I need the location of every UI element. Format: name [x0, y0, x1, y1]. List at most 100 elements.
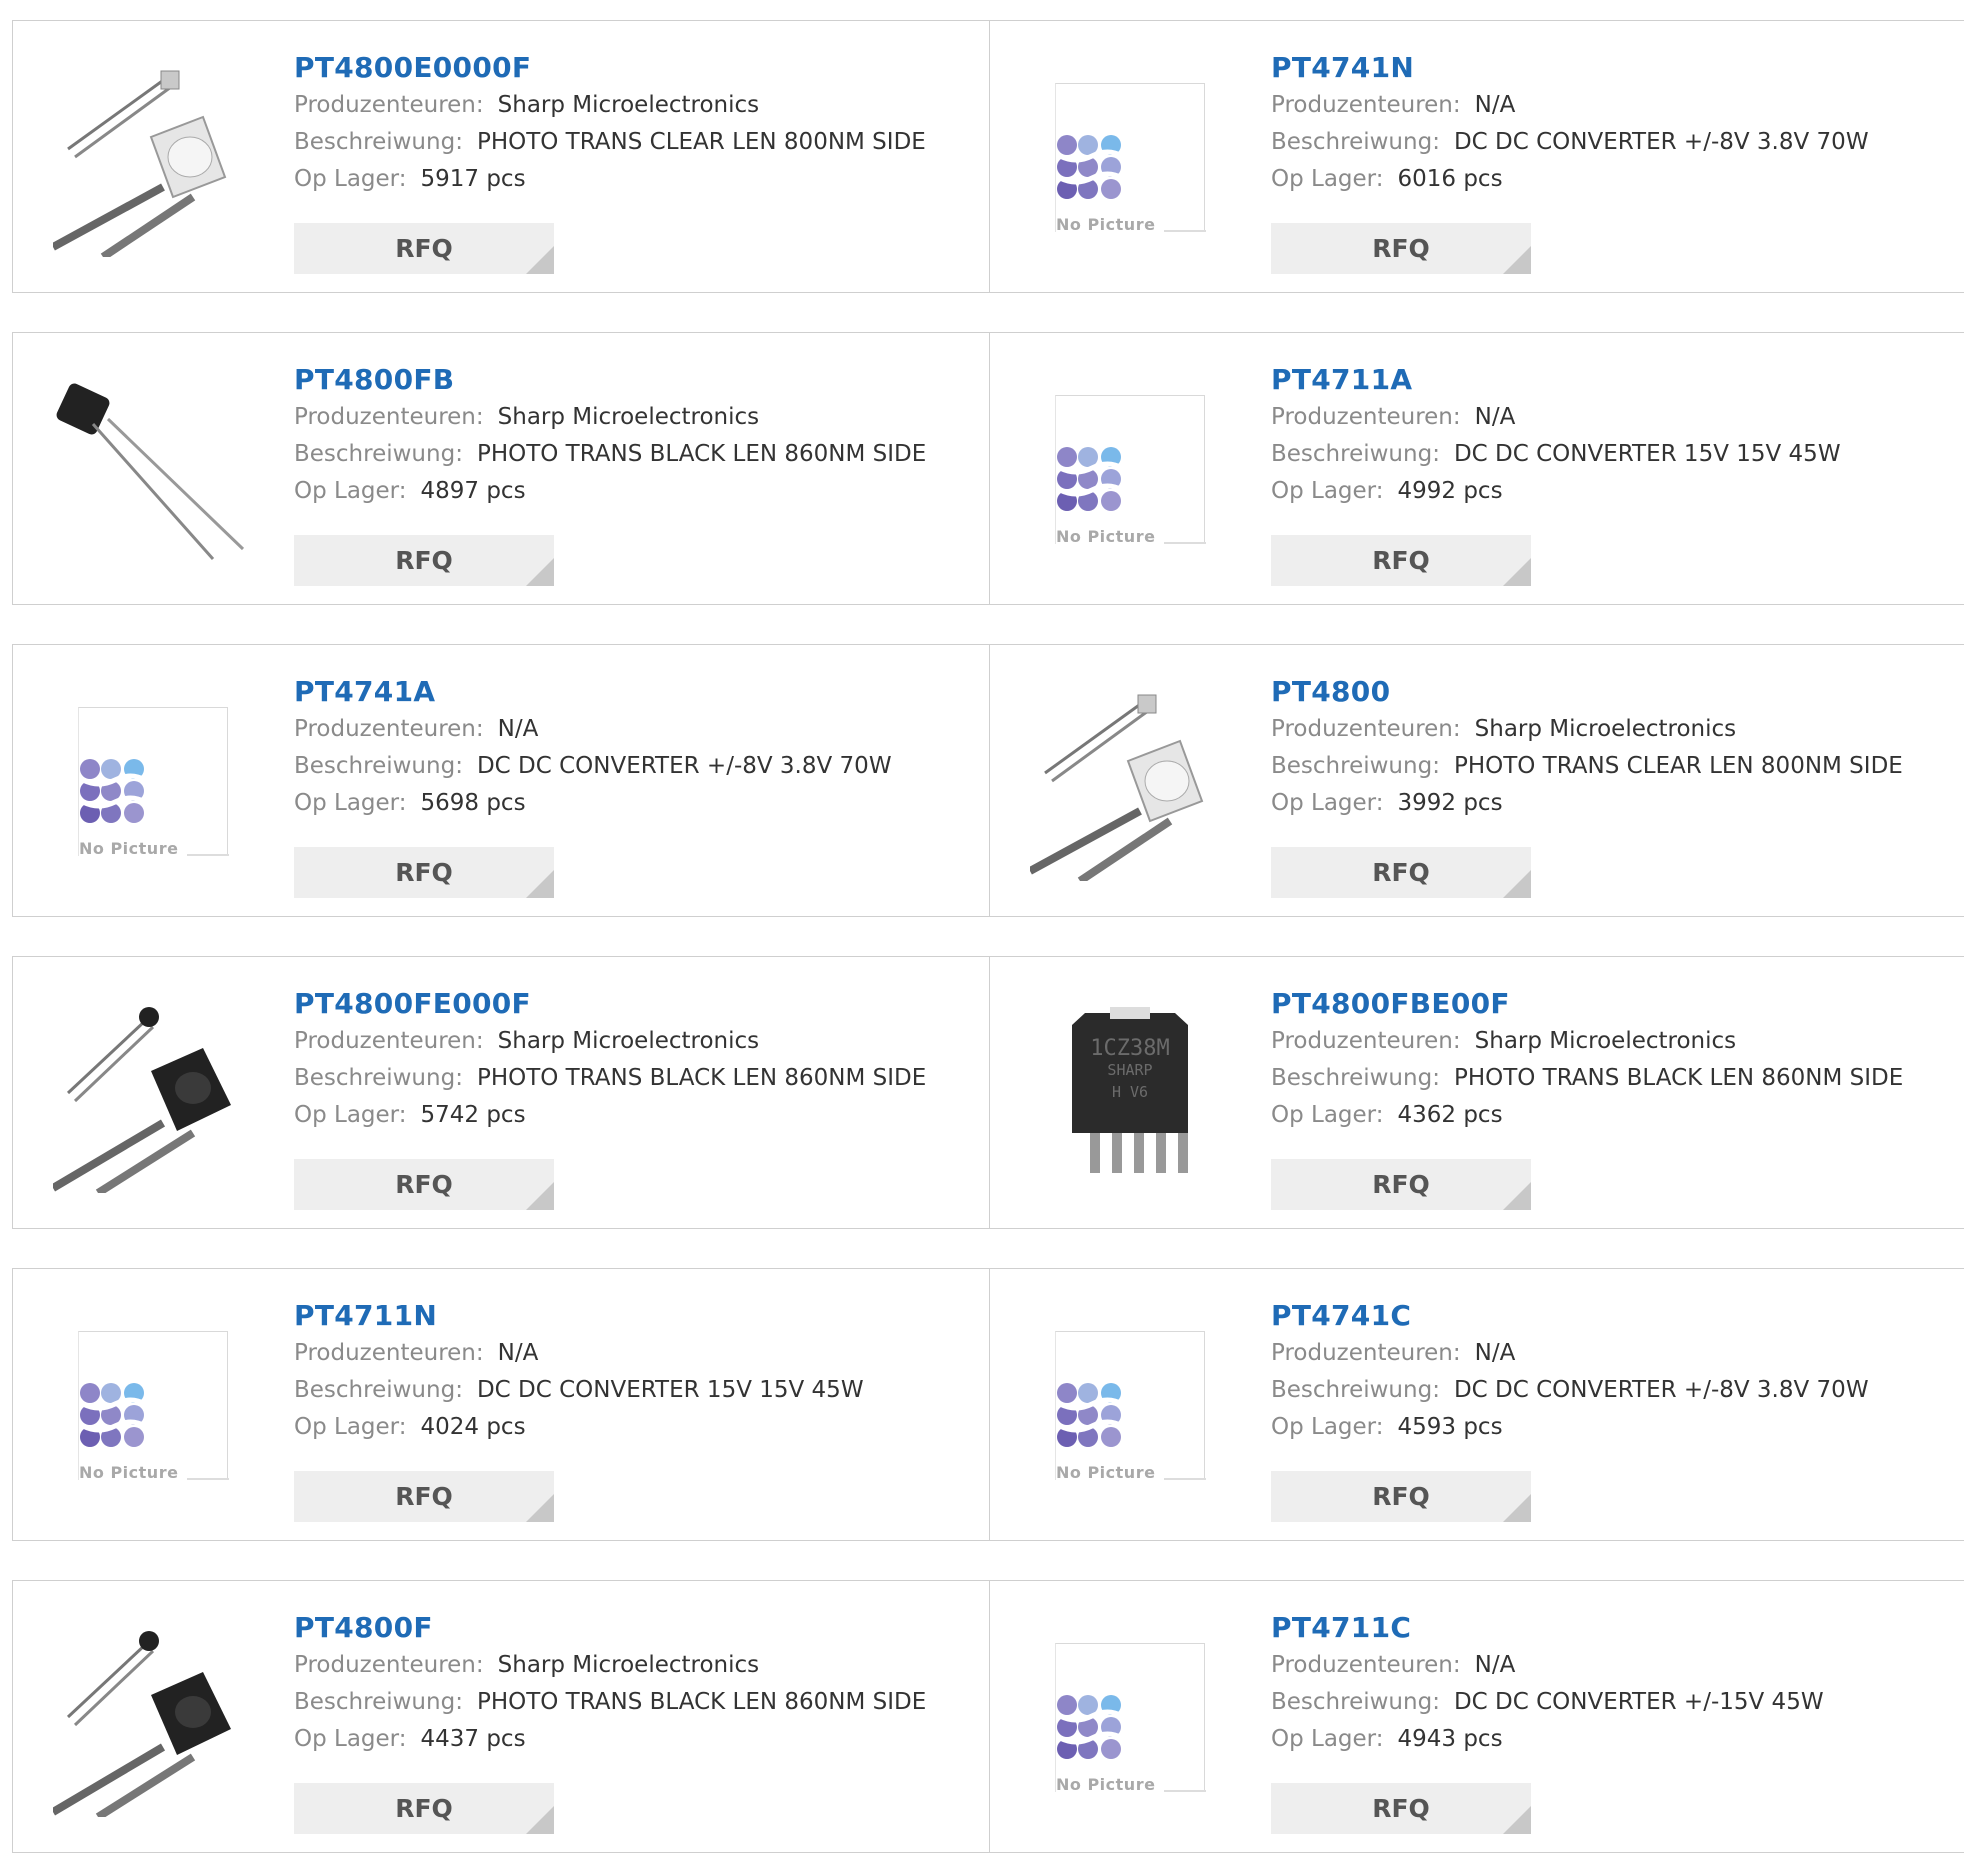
- rfq-button-label: RFQ: [1372, 858, 1430, 887]
- product-info: PT4741N Produzenteuren: N/A Beschreiwung: DC…: [1271, 51, 1964, 198]
- product-image[interactable]: [53, 1617, 253, 1817]
- rfq-button-label: RFQ: [1372, 1482, 1430, 1511]
- description-line: Beschreiwung: PHOTO TRANS CLEAR LEN 800NM…: [294, 124, 979, 161]
- rfq-button[interactable]: RFQ: [294, 1471, 554, 1522]
- rfq-button-label: RFQ: [1372, 234, 1430, 263]
- rfq-button[interactable]: RFQ: [1271, 535, 1531, 586]
- stock-line: Op Lager: 6016 pcs: [1271, 161, 1964, 198]
- rfq-button[interactable]: RFQ: [1271, 1159, 1531, 1210]
- product-card: No Picture PT4711N Produzenteuren: N/A Besch…: [12, 1269, 990, 1540]
- part-number-link[interactable]: PT4741C: [1271, 1299, 1964, 1335]
- part-number-link[interactable]: PT4800FBE00F: [1271, 987, 1964, 1023]
- description-label: Beschreiwung:: [294, 129, 463, 155]
- rfq-button[interactable]: RFQ: [294, 1783, 554, 1834]
- product-image[interactable]: 1CZ38M SHARP H V6: [1030, 993, 1230, 1193]
- manufacturer-label: Produzenteuren:: [1271, 1028, 1461, 1054]
- part-number-link[interactable]: PT4800E0000F: [294, 51, 979, 87]
- placeholder-divider: [1164, 1789, 1206, 1792]
- part-number-link[interactable]: PT4800FB: [294, 363, 979, 399]
- rfq-corner-decoration: [526, 558, 554, 586]
- description-value: PHOTO TRANS BLACK LEN 860NM SIDE: [476, 1689, 927, 1715]
- manufacturer-line: Produzenteuren: N/A: [1271, 399, 1964, 436]
- manufacturer-label: Produzenteuren:: [1271, 1340, 1461, 1366]
- stock-value: 5698 pcs: [420, 790, 526, 816]
- product-info: PT4741C Produzenteuren: N/A Beschreiwung: DC…: [1271, 1299, 1964, 1446]
- manufacturer-value: N/A: [497, 1340, 539, 1366]
- product-image[interactable]: [1030, 681, 1230, 881]
- stock-value: 4943 pcs: [1397, 1726, 1503, 1752]
- sharp-ic-package-image: 1CZ38MSHARP H V6: [1072, 1007, 1188, 1173]
- manufacturer-line: Produzenteuren: N/A: [1271, 1647, 1964, 1684]
- manufacturer-label: Produzenteuren:: [294, 1652, 484, 1678]
- description-value: PHOTO TRANS CLEAR LEN 800NM SIDE: [476, 129, 926, 155]
- manufacturer-value: Sharp Microelectronics: [497, 1028, 760, 1054]
- product-image[interactable]: [53, 57, 253, 257]
- stock-value: 4897 pcs: [420, 478, 526, 504]
- product-image[interactable]: No Picture: [1030, 369, 1230, 569]
- product-row: PT4800FE000F Produzenteuren: Sharp Microel…: [12, 956, 1964, 1229]
- product-image[interactable]: No Picture: [1030, 57, 1230, 257]
- part-number-link[interactable]: PT4711C: [1271, 1611, 1964, 1647]
- part-number-link[interactable]: PT4711A: [1271, 363, 1964, 399]
- rfq-corner-decoration: [1503, 870, 1531, 898]
- rfq-button-label: RFQ: [395, 1170, 453, 1199]
- rfq-corner-decoration: [1503, 1806, 1531, 1834]
- stock-label: Op Lager:: [294, 790, 407, 816]
- manufacturer-value: Sharp Microelectronics: [1474, 1028, 1737, 1054]
- rfq-button[interactable]: RFQ: [294, 1159, 554, 1210]
- manufacturer-value: Sharp Microelectronics: [1474, 716, 1737, 742]
- manufacturer-label: Produzenteuren:: [294, 404, 484, 430]
- rfq-corner-decoration: [1503, 558, 1531, 586]
- product-image[interactable]: No Picture: [1030, 1617, 1230, 1817]
- product-row: PT4800F Produzenteuren: Sharp Microelectro…: [12, 1580, 1964, 1853]
- product-image[interactable]: No Picture: [53, 681, 253, 881]
- part-number-link[interactable]: PT4800FE000F: [294, 987, 979, 1023]
- chip-marking-text: H V6: [1112, 1083, 1148, 1101]
- rfq-button[interactable]: RFQ: [294, 535, 554, 586]
- stock-value: 4024 pcs: [420, 1414, 526, 1440]
- stock-value: 4992 pcs: [1397, 478, 1503, 504]
- part-number-link[interactable]: PT4711N: [294, 1299, 979, 1335]
- description-value: DC DC CONVERTER 15V 15V 45W: [1453, 441, 1841, 467]
- rfq-button[interactable]: RFQ: [1271, 223, 1531, 274]
- part-number-link[interactable]: PT4800: [1271, 675, 1964, 711]
- no-picture-label: No Picture: [1056, 214, 1156, 234]
- rfq-button-label: RFQ: [1372, 1794, 1430, 1823]
- description-line: Beschreiwung: PHOTO TRANS CLEAR LEN 800NM…: [1271, 748, 1964, 785]
- rfq-button-label: RFQ: [395, 1482, 453, 1511]
- product-image[interactable]: No Picture: [53, 1305, 253, 1505]
- stock-value: 5917 pcs: [420, 166, 526, 192]
- stock-line: Op Lager: 5698 pcs: [294, 785, 979, 822]
- stock-value: 3992 pcs: [1397, 790, 1503, 816]
- part-number-link[interactable]: PT4800F: [294, 1611, 979, 1647]
- manufacturer-value: N/A: [1474, 404, 1516, 430]
- rfq-button[interactable]: RFQ: [1271, 1783, 1531, 1834]
- product-image[interactable]: No Picture: [1030, 1305, 1230, 1505]
- description-value: DC DC CONVERTER +/-15V 45W: [1453, 1689, 1824, 1715]
- manufacturer-label: Produzenteuren:: [294, 1028, 484, 1054]
- no-picture-label: No Picture: [1056, 1462, 1156, 1482]
- no-picture-label: No Picture: [79, 838, 179, 858]
- rfq-button[interactable]: RFQ: [294, 223, 554, 274]
- description-value: PHOTO TRANS BLACK LEN 860NM SIDE: [476, 441, 927, 467]
- manufacturer-line: Produzenteuren: Sharp Microelectronics: [294, 1647, 979, 1684]
- product-info: PT4800 Produzenteuren: Sharp Microelectron…: [1271, 675, 1964, 822]
- manufacturer-label: Produzenteuren:: [294, 1340, 484, 1366]
- rfq-button[interactable]: RFQ: [294, 847, 554, 898]
- product-image[interactable]: [53, 993, 253, 1193]
- stock-value: 4362 pcs: [1397, 1102, 1503, 1128]
- placeholder-divider: [187, 1477, 229, 1480]
- product-card: PT4800E0000F Produzenteuren: Sharp Microel…: [12, 21, 990, 292]
- rfq-button[interactable]: RFQ: [1271, 847, 1531, 898]
- description-label: Beschreiwung:: [1271, 1689, 1440, 1715]
- part-number-link[interactable]: PT4741N: [1271, 51, 1964, 87]
- part-number-link[interactable]: PT4741A: [294, 675, 979, 711]
- product-card: No Picture PT4711C Produzenteuren: N/A Besch…: [990, 1581, 1964, 1852]
- no-picture-placeholder: No Picture: [78, 706, 229, 858]
- manufacturer-value: Sharp Microelectronics: [497, 1652, 760, 1678]
- placeholder-divider: [1164, 229, 1206, 232]
- rfq-button[interactable]: RFQ: [1271, 1471, 1531, 1522]
- stock-line: Op Lager: 4897 pcs: [294, 473, 979, 510]
- rfq-button-label: RFQ: [395, 858, 453, 887]
- product-image[interactable]: [53, 369, 253, 569]
